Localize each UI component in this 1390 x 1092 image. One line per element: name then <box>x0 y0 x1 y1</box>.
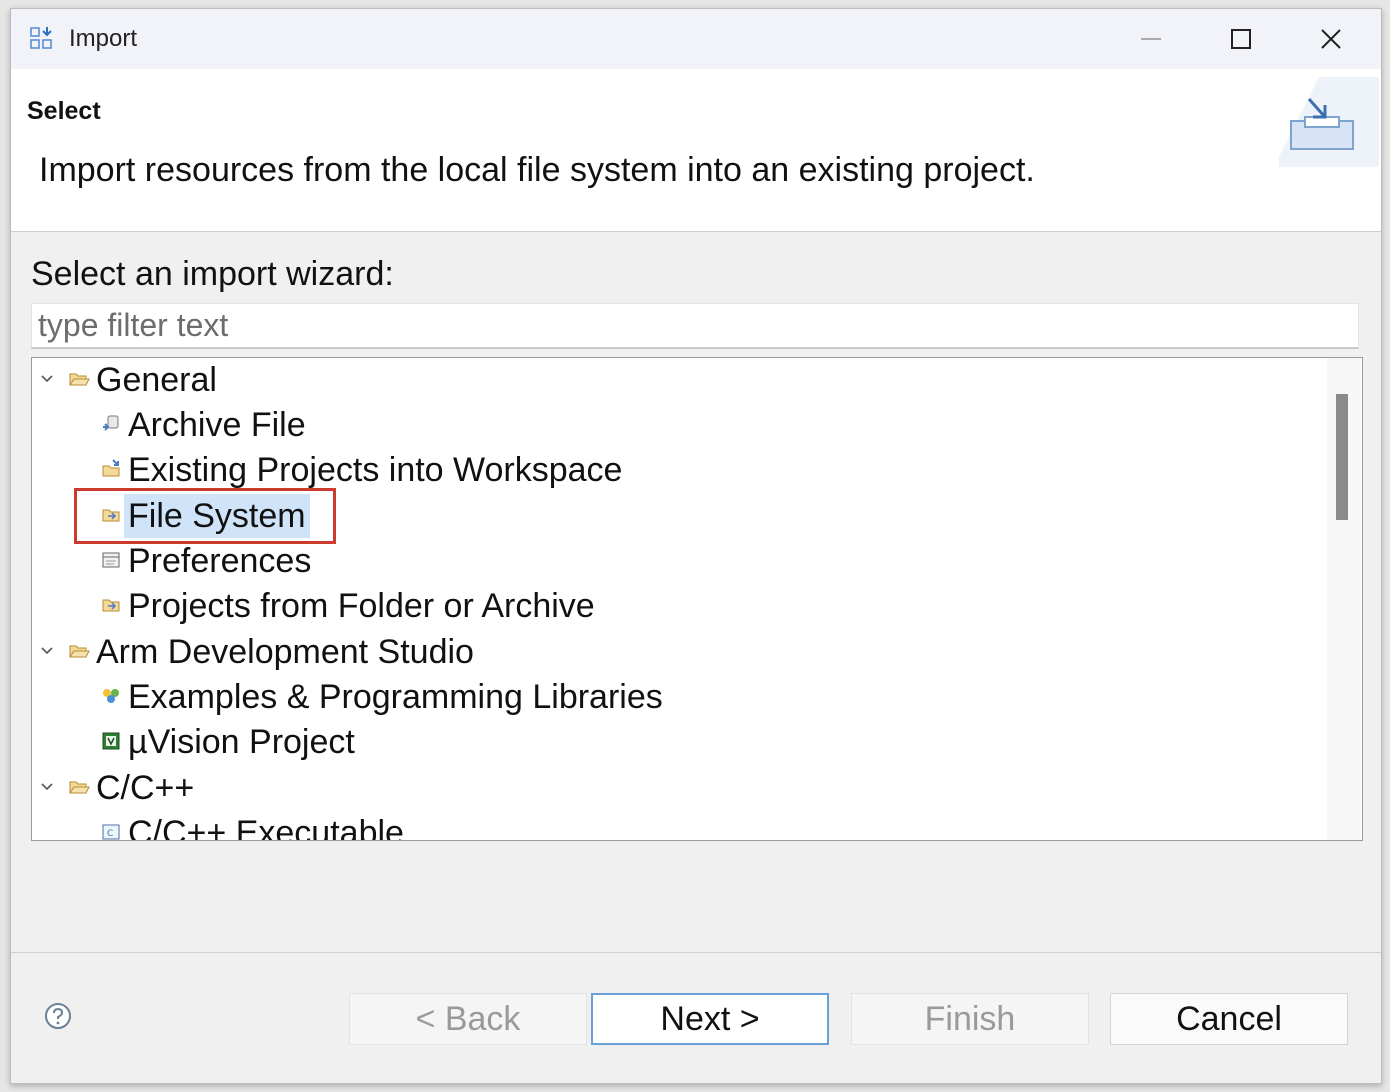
tree-label: General <box>96 361 217 399</box>
wizard-header: Select Import resources from the local f… <box>11 69 1381 232</box>
tree-item-examples-libraries[interactable]: Examples & Programming Libraries <box>32 675 1322 719</box>
folder-open-icon <box>69 645 90 658</box>
folder-icon <box>102 599 120 612</box>
import-wizard-icon <box>30 27 52 49</box>
tree-label: C/C++ Executable <box>128 814 404 841</box>
minimize-icon <box>1141 38 1161 40</box>
tree-item-c-cpp-executable[interactable]: C C/C++ Executable <box>32 811 1322 841</box>
import-dialog: Import Select Import resources from the … <box>10 8 1382 1084</box>
cancel-button[interactable]: Cancel <box>1110 993 1348 1045</box>
close-button[interactable] <box>1286 9 1376 69</box>
tree-label: C/C++ <box>96 769 195 807</box>
chevron-down-icon[interactable] <box>38 368 56 390</box>
tree-item-projects-from-folder[interactable]: Projects from Folder or Archive <box>32 584 1322 628</box>
maximize-button[interactable] <box>1196 9 1286 69</box>
tree-label: Preferences <box>128 542 312 580</box>
preferences-icon <box>102 552 120 568</box>
tree-category-arm-development-studio[interactable]: Arm Development Studio <box>32 630 1322 674</box>
archive-file-icon <box>103 415 119 431</box>
minimize-button[interactable] <box>1106 9 1196 69</box>
folder-open-icon <box>69 373 90 386</box>
tree-item-preferences[interactable]: Preferences <box>32 539 1322 583</box>
tree-item-existing-projects[interactable]: Existing Projects into Workspace <box>32 448 1322 492</box>
examples-icon <box>103 689 119 703</box>
help-icon[interactable] <box>43 1001 73 1031</box>
title-bar[interactable]: Import <box>11 9 1381 69</box>
tree-item-archive-file[interactable]: Archive File <box>32 403 1322 447</box>
chevron-down-icon[interactable] <box>38 776 56 798</box>
footer-divider <box>11 952 1381 953</box>
back-button[interactable]: < Back <box>349 993 587 1045</box>
tree-label: Examples & Programming Libraries <box>128 678 663 716</box>
folder-open-icon <box>69 781 90 794</box>
selection-highlight-annotation <box>74 488 336 544</box>
import-banner-icon <box>1279 77 1379 167</box>
executable-icon: C <box>102 824 120 840</box>
close-icon <box>1321 29 1341 49</box>
chevron-down-icon[interactable] <box>38 640 56 662</box>
window-title: Import <box>69 25 138 52</box>
tree-label: Existing Projects into Workspace <box>128 451 623 489</box>
finish-button[interactable]: Finish <box>851 993 1089 1045</box>
tree-category-general[interactable]: General <box>32 358 1322 402</box>
svg-text:C: C <box>107 829 113 839</box>
existing-projects-icon <box>102 459 120 477</box>
tree-category-c-cpp[interactable]: C/C++ <box>32 766 1322 810</box>
scrollbar-thumb[interactable] <box>1336 394 1348 520</box>
uvision-project-icon <box>102 732 120 750</box>
next-button[interactable]: Next > <box>591 993 829 1045</box>
maximize-icon <box>1231 29 1251 49</box>
wizard-tree[interactable]: General Archive File Existing Projects i… <box>31 357 1363 841</box>
tree-label: Projects from Folder or Archive <box>128 587 595 625</box>
page-title: Select <box>27 97 101 125</box>
tree-label: µVision Project <box>128 723 355 761</box>
tree-item-uvision-project[interactable]: µVision Project <box>32 720 1322 764</box>
filter-input[interactable] <box>31 303 1359 349</box>
tree-label: Arm Development Studio <box>96 633 474 671</box>
wizard-list-label: Select an import wizard: <box>31 255 394 293</box>
page-description: Import resources from the local file sys… <box>39 151 1035 189</box>
tree-label: Archive File <box>128 406 306 444</box>
